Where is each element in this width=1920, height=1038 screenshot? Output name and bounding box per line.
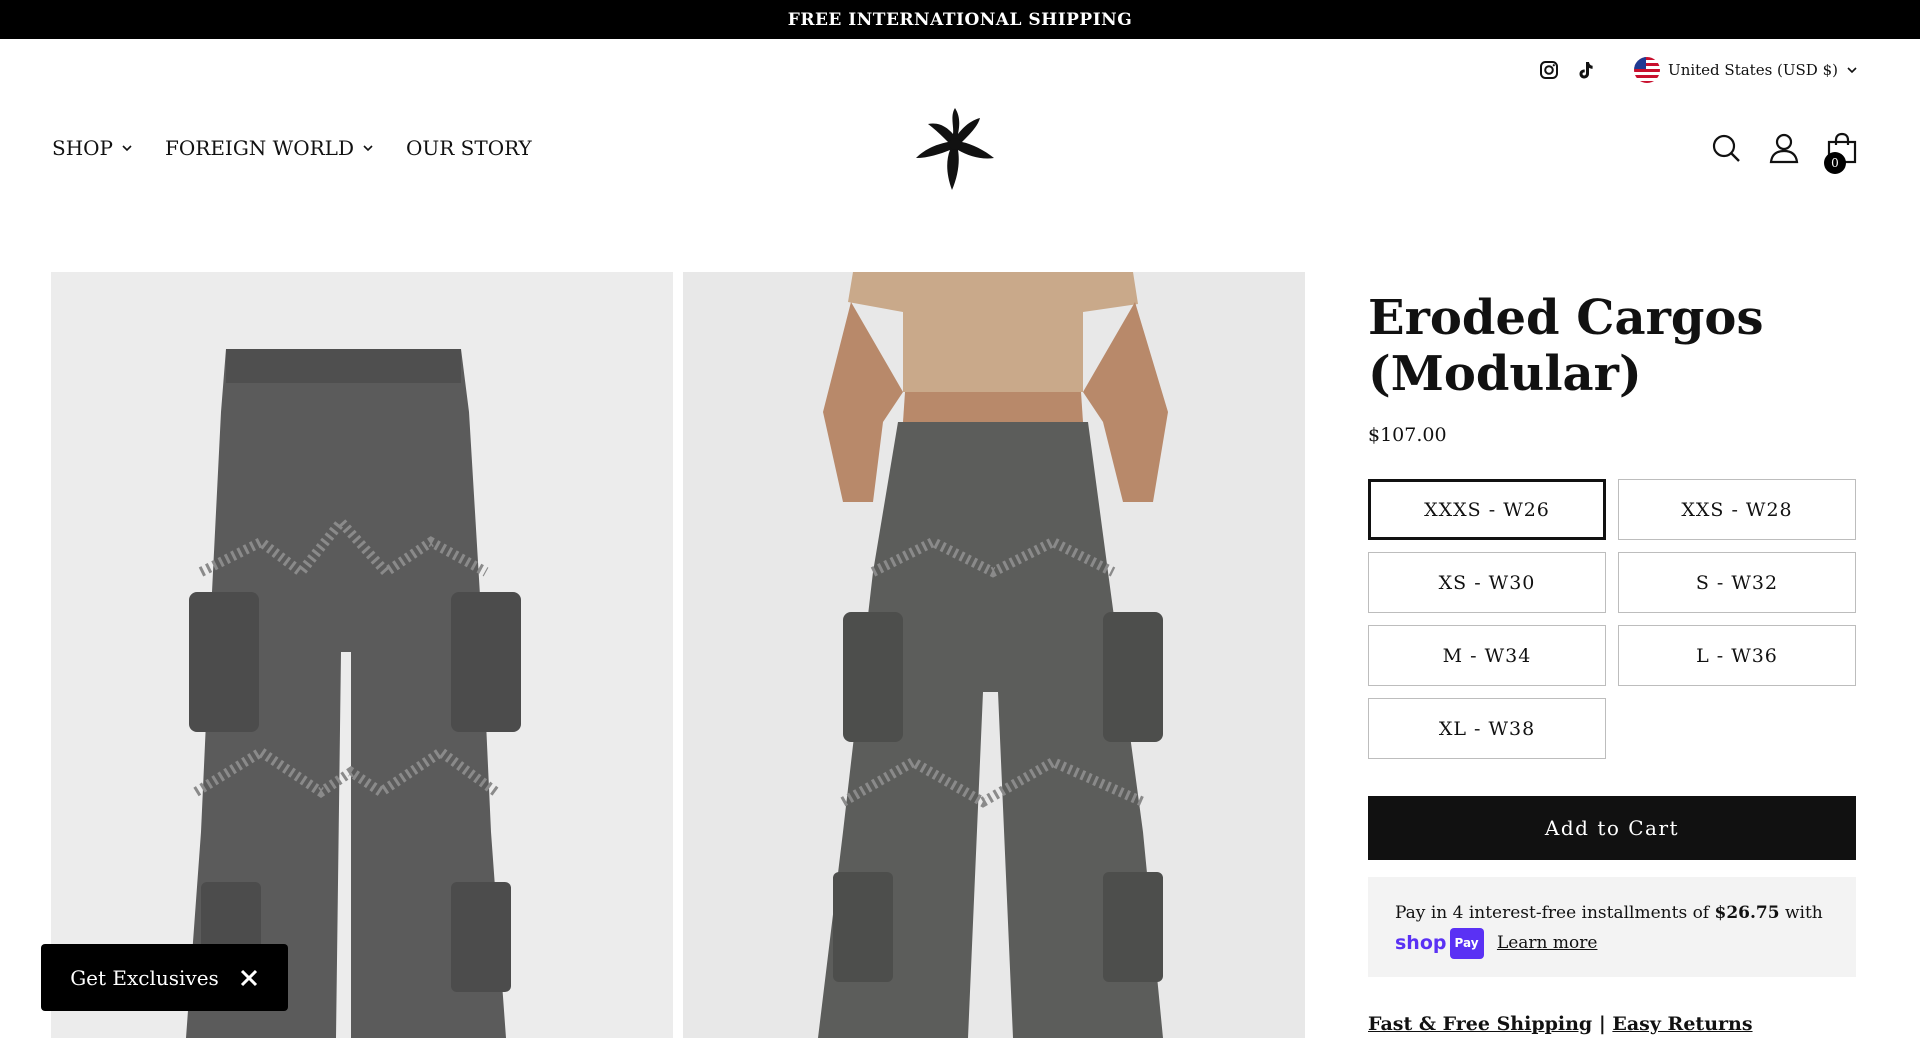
shoppay-logo-word: shop xyxy=(1395,932,1447,954)
get-exclusives-label: Get Exclusives xyxy=(70,965,219,990)
shoppay-text-before: Pay in 4 interest-free installments of xyxy=(1395,903,1710,923)
shoppay-learn-more-link[interactable]: Learn more xyxy=(1497,933,1598,953)
product-title: Eroded Cargos (Modular) xyxy=(1368,290,1764,402)
brand-logo[interactable] xyxy=(910,104,1000,196)
size-selector: XXXS - W26 XXS - W28 XS - W30 S - W32 M … xyxy=(1368,479,1856,759)
size-option-xxxs[interactable]: XXXS - W26 xyxy=(1368,479,1606,540)
nav-shop[interactable]: SHOP xyxy=(52,136,133,160)
shoppay-text-after: with xyxy=(1784,903,1823,923)
policy-links: Fast & Free Shipping | Easy Returns xyxy=(1368,1013,1753,1035)
tiktok-icon[interactable] xyxy=(1574,59,1596,81)
product-image-flat[interactable] xyxy=(51,272,673,1038)
returns-link[interactable]: Easy Returns xyxy=(1612,1013,1752,1035)
instagram-icon[interactable] xyxy=(1538,59,1560,81)
product-price: $107.00 xyxy=(1368,424,1447,446)
nav-our-story-label: OUR STORY xyxy=(406,136,532,160)
nav-foreign-world[interactable]: FOREIGN WORLD xyxy=(165,136,374,160)
us-flag-icon xyxy=(1634,57,1661,83)
account-icon[interactable] xyxy=(1768,132,1800,164)
shoppay-logo: shop Pay xyxy=(1395,928,1484,959)
nav-shop-label: SHOP xyxy=(52,136,113,160)
main-nav: SHOP FOREIGN WORLD OUR STORY xyxy=(52,136,532,160)
close-icon[interactable] xyxy=(239,968,259,988)
chevron-down-icon xyxy=(1847,67,1857,74)
announcement-text: FREE INTERNATIONAL SHIPPING xyxy=(787,9,1133,30)
size-option-m[interactable]: M - W34 xyxy=(1368,625,1606,686)
chevron-down-icon xyxy=(122,145,132,152)
size-option-xl[interactable]: XL - W38 xyxy=(1368,698,1606,759)
utility-bar: United States (USD $) xyxy=(1538,55,1858,85)
header-actions: 0 xyxy=(1710,132,1858,174)
size-option-xxs[interactable]: XXS - W28 xyxy=(1618,479,1856,540)
size-option-xs[interactable]: XS - W30 xyxy=(1368,552,1606,613)
size-option-l[interactable]: L - W36 xyxy=(1618,625,1856,686)
cart-icon[interactable]: 0 xyxy=(1824,132,1858,174)
shipping-link[interactable]: Fast & Free Shipping xyxy=(1368,1013,1592,1035)
product-image-model[interactable] xyxy=(683,272,1305,1038)
nav-our-story[interactable]: OUR STORY xyxy=(406,136,532,160)
add-to-cart-button[interactable]: Add to Cart xyxy=(1368,796,1856,860)
shoppay-amount: $26.75 xyxy=(1714,903,1780,923)
nav-foreign-world-label: FOREIGN WORLD xyxy=(165,136,354,160)
get-exclusives-popup[interactable]: Get Exclusives xyxy=(41,944,288,1011)
locale-label: United States (USD $) xyxy=(1668,61,1838,79)
cart-count-badge: 0 xyxy=(1824,152,1846,174)
search-icon[interactable] xyxy=(1710,132,1742,164)
announcement-bar: FREE INTERNATIONAL SHIPPING xyxy=(0,0,1920,39)
shoppay-installments: Pay in 4 interest-free installments of $… xyxy=(1368,877,1856,977)
shoppay-logo-pay: Pay xyxy=(1449,928,1484,959)
links-separator: | xyxy=(1598,1013,1606,1035)
size-option-s[interactable]: S - W32 xyxy=(1618,552,1856,613)
chevron-down-icon xyxy=(363,145,373,152)
locale-selector[interactable]: United States (USD $) xyxy=(1634,57,1858,83)
